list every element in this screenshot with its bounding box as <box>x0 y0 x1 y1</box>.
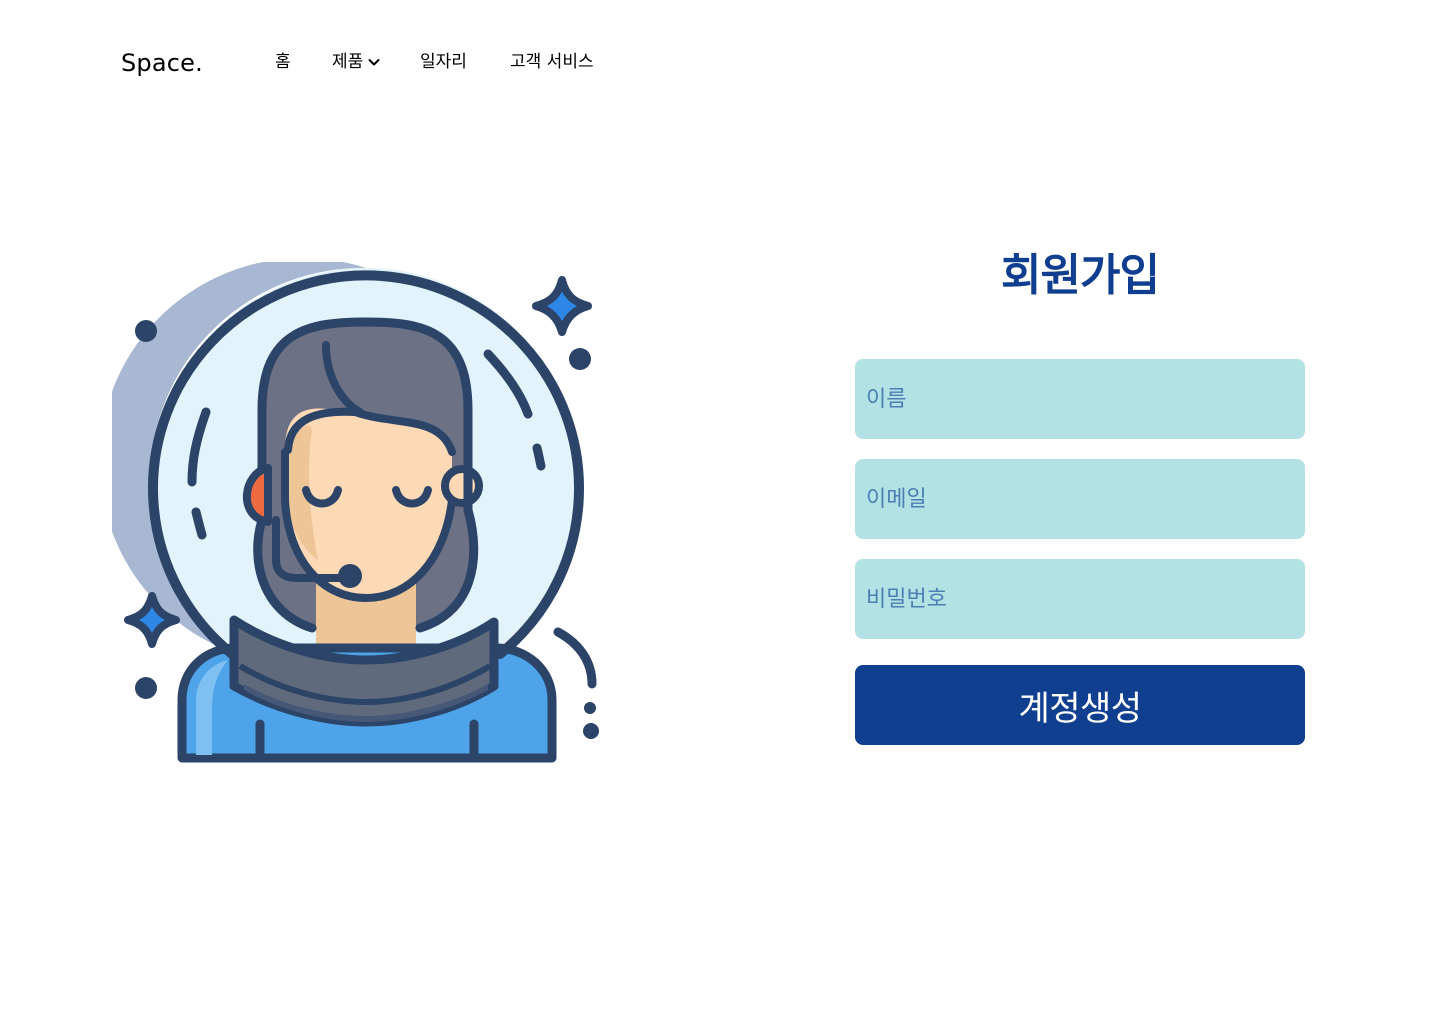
nav-item-customer-service[interactable]: 고객 서비스 <box>510 51 594 73</box>
name-field[interactable] <box>855 359 1305 439</box>
chevron-down-icon <box>368 59 380 66</box>
logo[interactable]: Space. <box>121 48 203 78</box>
password-field[interactable] <box>855 559 1305 639</box>
nav-item-products[interactable]: 제품 <box>332 51 381 73</box>
signup-title: 회원가입 <box>1001 250 1160 301</box>
nav-item-jobs[interactable]: 일자리 <box>420 51 467 73</box>
signup-form: 회원가입 계정생성 <box>855 240 1305 745</box>
nav-item-products-label: 제품 <box>332 52 364 72</box>
email-field[interactable] <box>855 459 1305 539</box>
nav-item-home[interactable]: 홈 <box>275 51 291 73</box>
astronaut-support-agent-icon <box>112 262 599 763</box>
top-navigation: Space. 홈 제품 일자리 고객 서비스 <box>0 0 1440 120</box>
create-account-button[interactable]: 계정생성 <box>855 665 1305 745</box>
